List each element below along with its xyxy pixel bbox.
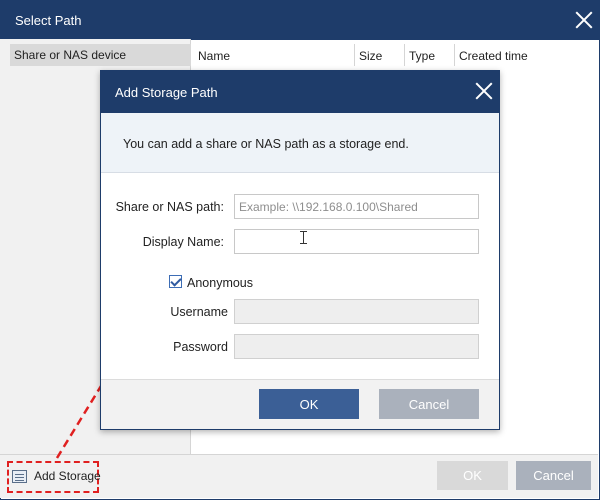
anonymous-label[interactable]: Anonymous	[187, 276, 253, 290]
share-path-label: Share or NAS path:	[115, 200, 224, 214]
dialog-close-icon[interactable]	[475, 82, 493, 100]
dialog-title: Add Storage Path	[115, 85, 218, 100]
password-input[interactable]	[234, 334, 479, 359]
close-icon[interactable]	[575, 11, 593, 29]
dialog-intro: You can add a share or NAS path as a sto…	[101, 113, 499, 173]
text-cursor-icon	[300, 231, 307, 244]
dialog-cancel-button[interactable]: Cancel	[379, 389, 479, 419]
share-path-input[interactable]	[234, 194, 479, 219]
storage-list-icon[interactable]	[12, 470, 27, 483]
display-name-label: Display Name:	[142, 235, 224, 249]
ok-button[interactable]: OK	[437, 461, 508, 490]
window-titlebar: Select Path	[1, 1, 599, 40]
password-label: Password	[173, 340, 228, 354]
column-header-type[interactable]: Type	[405, 44, 455, 66]
cancel-button[interactable]: Cancel	[516, 461, 591, 490]
column-header-name[interactable]: Name	[192, 44, 355, 66]
dialog-titlebar: Add Storage Path	[101, 71, 499, 113]
display-name-input[interactable]	[234, 229, 479, 254]
window-title: Select Path	[15, 13, 82, 28]
add-storage-button[interactable]: Add Storage	[34, 469, 101, 483]
column-header-created-time[interactable]: Created time	[455, 44, 595, 66]
share-device-header[interactable]: Share or NAS device	[10, 44, 191, 66]
username-input[interactable]	[234, 299, 479, 324]
dialog-intro-text: You can add a share or NAS path as a sto…	[123, 137, 409, 151]
dialog-ok-button[interactable]: OK	[259, 389, 359, 419]
column-header-size[interactable]: Size	[355, 44, 405, 66]
anonymous-checkbox[interactable]	[169, 275, 182, 288]
username-label: Username	[170, 305, 228, 319]
